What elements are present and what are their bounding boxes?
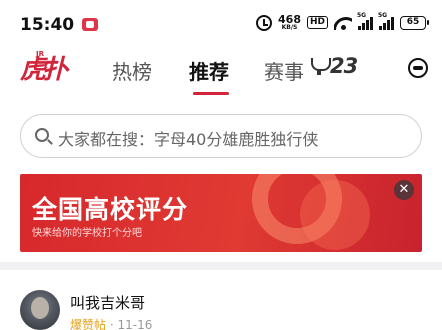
search-placeholder: 大家都在搜：字母40分雄鹿胜独行侠 (58, 130, 319, 149)
tab-recommended[interactable]: 推荐 (189, 56, 229, 85)
status-time: 15:40 (20, 15, 75, 35)
banner-decoration-2 (300, 180, 370, 250)
app-logo[interactable]: 虎扑 JR (20, 50, 68, 90)
promo-banner[interactable]: 全国高校评分 快来给你的学校打个分吧 ✕ (20, 174, 422, 252)
alarm-icon (256, 14, 273, 31)
meta-separator: · (109, 318, 114, 330)
status-bar: 15:40 468 KB/S HD 5G 5G 65 (0, 0, 442, 44)
close-icon[interactable]: ✕ (394, 180, 414, 200)
banner-title: 全国高校评分 (32, 195, 189, 224)
section-divider (0, 262, 442, 270)
tab-hot-list[interactable]: 热榜 (112, 56, 152, 85)
app-header: 虎扑 JR 热榜 推荐 赛事 23 (0, 44, 442, 95)
network-speed-unit: KB/S (281, 24, 298, 31)
tab-events[interactable]: 赛事 (264, 56, 304, 85)
wifi-icon (334, 16, 352, 30)
battery-icon: 65 (400, 15, 429, 30)
search-input[interactable]: 大家都在搜：字母40分雄鹿胜独行侠 (20, 114, 422, 158)
post-author[interactable]: 叫我吉米哥 (70, 292, 145, 313)
banner-subtitle: 快来给你的学校打个分吧 (32, 228, 142, 239)
search-icon (35, 128, 49, 142)
event-badge[interactable]: 23 (308, 54, 358, 78)
post-date: 11-16 (117, 318, 153, 330)
video-app-icon (82, 18, 98, 31)
trophy-icon (308, 56, 331, 76)
signal-icon: 5G (357, 12, 373, 30)
signal-label: 5G (357, 11, 367, 19)
scan-icon[interactable] (408, 58, 428, 78)
avatar[interactable] (20, 290, 60, 330)
event-badge-number: 23 (330, 54, 358, 78)
active-tab-indicator (193, 92, 229, 95)
post-meta: 爆赞帖 · 11-16 (70, 316, 152, 330)
post-source[interactable]: 爆赞帖 (70, 318, 106, 330)
logo-text: 虎扑 (20, 55, 68, 85)
signal-icon-2: 5G (378, 12, 394, 30)
hd-icon: HD (306, 16, 328, 29)
logo-jr: JR (36, 50, 44, 58)
signal-label-2: 5G (378, 11, 388, 19)
status-indicators: 468 KB/S HD 5G 5G 65 (256, 12, 429, 31)
network-speed: 468 KB/S (278, 14, 301, 31)
